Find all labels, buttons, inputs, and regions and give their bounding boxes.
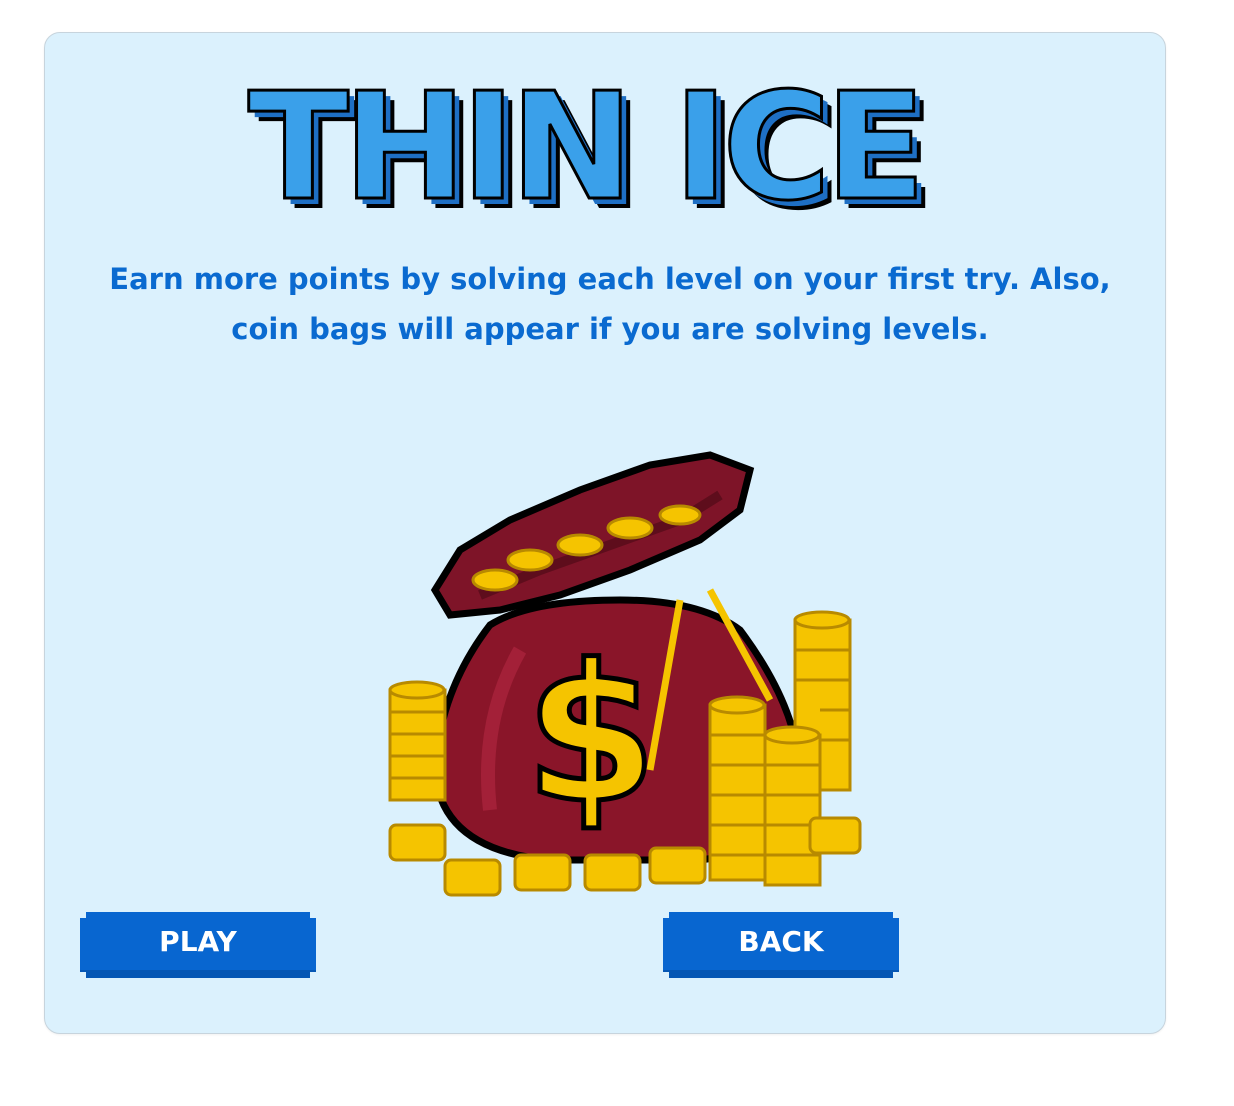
game-logo: THIN ICE THIN ICE THIN ICE [247, 60, 937, 230]
dollar-sign-icon: $ [525, 624, 657, 845]
game-title: THIN ICE [248, 61, 920, 230]
back-button[interactable]: BACK [663, 912, 899, 978]
back-button-label: BACK [738, 924, 824, 958]
play-button[interactable]: PLAY [80, 912, 316, 978]
coin-bag-icon: $ [388, 451, 862, 897]
game-description: Earn more points by solving each level o… [109, 262, 1111, 346]
coin-stack-left [388, 680, 447, 802]
play-button-label: PLAY [159, 924, 237, 958]
